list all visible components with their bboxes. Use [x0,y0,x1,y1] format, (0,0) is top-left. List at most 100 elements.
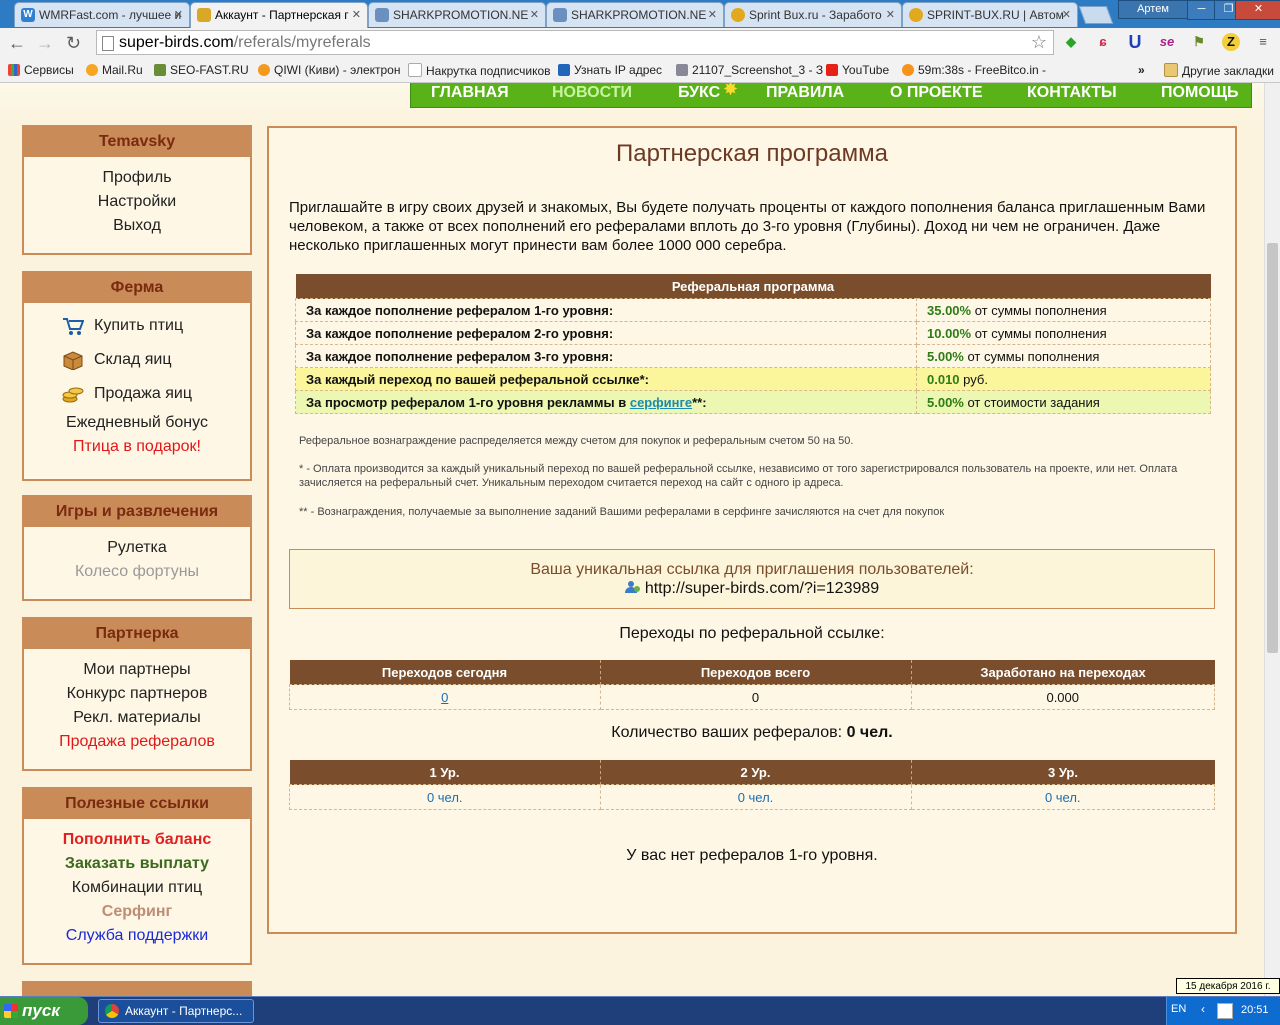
bookmark-freebitco[interactable]: 59m:38s - FreeBitco.in - [902,63,1046,77]
clock[interactable]: 20:51 [1241,1004,1269,1016]
bookmark-screenshot[interactable]: 21107_Screenshot_3 - З [676,63,823,77]
browser-tab[interactable]: SPRINT-BUX.RU | Автом ✕ [902,2,1078,27]
sidebar-item-support[interactable]: Служба поддержки [24,924,250,948]
clicks-label: Переходы по реферальной ссылке: [619,625,885,642]
bookmark-nakrutka[interactable]: Накрутка подписчиков [408,63,551,78]
new-tab-button[interactable] [1078,6,1114,24]
tab-close-icon[interactable]: ✕ [530,8,539,21]
address-bar[interactable]: super-birds.com/referals/myreferals ☆ [96,30,1054,55]
surfing-link[interactable]: серфинге [630,395,692,410]
clicks-table: Переходов сегодня Переходов всего Зарабо… [289,660,1215,710]
start-button[interactable]: пуск [0,997,88,1025]
nav-rules[interactable]: ПРАВИЛА [766,84,844,102]
sidebar-item-egg-storage[interactable]: Склад яиц [24,343,250,377]
bookmark-star-icon[interactable]: ☆ [1031,31,1047,54]
nav-help[interactable]: ПОМОЩЬ [1161,84,1239,102]
other-bookmarks[interactable]: Другие закладки [1164,63,1274,78]
main-panel: Партнерская программа Приглашайте в игру… [267,126,1237,934]
tray-arrow-icon[interactable]: ‹ [1201,1002,1205,1016]
sprintbux-favicon-icon [909,8,923,22]
referral-program-header: Реферальная программа [295,274,1211,299]
tab-close-icon[interactable]: ✕ [174,8,183,21]
sidebar-item-withdraw[interactable]: Заказать выплату [24,852,250,876]
sidebar-item-promo-materials[interactable]: Рекл. материалы [24,706,250,730]
close-window-icon[interactable]: ✕ [1235,0,1280,20]
bookmark-youtube[interactable]: YouTube [826,63,889,77]
nav-home[interactable]: ГЛАВНАЯ [431,84,509,102]
sidebar-item-logout[interactable]: Выход [24,214,250,238]
bookmarks-overflow-chevron-icon[interactable]: » [1138,63,1145,77]
nav-news[interactable]: НОВОСТИ [552,84,632,102]
scrollbar-thumb[interactable] [1267,243,1278,653]
back-arrow-icon[interactable]: ← [8,33,26,54]
note-surf-payment: ** - Вознаграждения, получаемые за выпол… [299,506,945,518]
tab-close-icon[interactable]: ✕ [708,8,717,21]
forward-arrow-icon[interactable]: → [36,33,54,54]
sidebar-item-sell-referrals[interactable]: Продажа рефералов [24,730,250,754]
referral-link-url[interactable]: http://super-birds.com/?i=123989 [645,580,879,597]
browser-tab[interactable]: W WMRFast.com - лучшее и ✕ [14,2,190,27]
sidebar-item-fortune-wheel[interactable]: Колесо фортуны [24,560,250,584]
sidebar-next-box [22,981,252,996]
nav-about[interactable]: О ПРОЕКТЕ [890,84,983,102]
sidebar-item-settings[interactable]: Настройки [24,190,250,214]
se-extension-icon[interactable]: se [1158,33,1176,51]
bookmark-qiwi[interactable]: QIWI (Киви) - электрон [258,63,400,77]
cube-extension-icon[interactable]: ◆ [1062,33,1080,51]
browser-tab-strip: W WMRFast.com - лучшее и ✕ Аккаунт - Пар… [0,0,1280,28]
nav-contacts[interactable]: КОНТАКТЫ [1027,84,1117,102]
sidebar-item-surfing[interactable]: Серфинг [24,900,250,924]
coins-favicon-icon [197,8,211,22]
sidebar-item-daily-bonus[interactable]: Ежедневный бонус [24,411,250,435]
menu-icon[interactable]: ≡ [1254,33,1272,51]
bookmark-services[interactable]: Сервисы [8,63,74,77]
mailru-icon [86,64,98,76]
taskbar-chrome-window[interactable]: Аккаунт - Партнерс... [98,999,254,1023]
sidebar-item-partner-contest[interactable]: Конкурс партнеров [24,682,250,706]
coin-extension-icon[interactable]: Z [1222,33,1240,51]
sidebar-next-title [24,983,250,996]
folder-icon [1164,63,1178,77]
tab-close-icon[interactable]: ✕ [352,8,361,21]
sidebar-item-gift-bird[interactable]: Птица в подарок! [24,435,250,459]
bookmark-ip[interactable]: Узнать IP адрес [558,63,662,77]
sidebar-item-my-partners[interactable]: Мои партнеры [24,658,250,682]
intro-text: Приглашайте в игру своих друзей и знаком… [289,199,1206,254]
referral-levels-table: 1 Ур. 2 Ур. 3 Ур. 0 чел. 0 чел. 0 чел. [289,760,1215,810]
reload-icon[interactable]: ↻ [66,33,81,54]
wmrfast-favicon-icon: W [21,8,35,22]
sidebar-item-sell-eggs[interactable]: Продажа яиц [24,377,250,411]
sidebar-item-roulette[interactable]: Рулетка [24,536,250,560]
table-row: За каждое пополнение рефералом 1-го уров… [295,298,1211,322]
browser-tab[interactable]: SHARKPROMOTION.NE ✕ [546,2,724,27]
youtube-icon [826,64,838,76]
bookmark-mailru[interactable]: Mail.Ru [86,63,143,77]
sidebar-item-buy-birds[interactable]: Купить птиц [24,309,250,343]
nav-bux[interactable]: БУКС [678,84,720,102]
sidebar-games-box: Игры и развлечения Рулетка Колесо фортун… [22,495,252,601]
browser-tab-active[interactable]: Аккаунт - Партнерская г ✕ [190,2,368,28]
qiwi-icon [258,64,270,76]
minimize-icon[interactable]: ─ [1187,0,1216,20]
browser-tab[interactable]: Sprint Bux.ru - Заработо ✕ [724,2,902,27]
shield-extension-icon[interactable]: ɕ [1094,33,1112,51]
sidebar-item-bird-combos[interactable]: Комбинации птиц [24,876,250,900]
sidebar-item-profile[interactable]: Профиль [24,166,250,190]
bookmark-seofast[interactable]: SEO-FAST.RU [154,63,249,77]
browser-tab[interactable]: SHARKPROMOTION.NE ✕ [368,2,546,27]
clicks-today-link[interactable]: 0 [441,690,448,705]
table-row: За каждое пополнение рефералом 2-го уров… [295,321,1211,345]
tab-close-icon[interactable]: ✕ [886,8,895,21]
tab-close-icon[interactable]: ✕ [1062,8,1071,21]
flag-extension-icon[interactable]: ⚑ [1190,33,1208,51]
sidebar-item-deposit[interactable]: Пополнить баланс [24,828,250,852]
page-title: Партнерская программа [616,140,888,167]
tray-app-icon[interactable] [1217,1003,1233,1019]
profile-user-button[interactable]: Артем [1118,0,1188,19]
page-scrollbar[interactable] [1264,83,1280,996]
referral-link-title: Ваша уникальная ссылка для приглашения п… [530,561,974,578]
language-indicator[interactable]: EN [1171,1003,1186,1015]
referrals-count: 0 чел. [846,724,893,741]
chrome-icon [105,1004,119,1018]
u-extension-icon[interactable]: U [1126,33,1144,51]
